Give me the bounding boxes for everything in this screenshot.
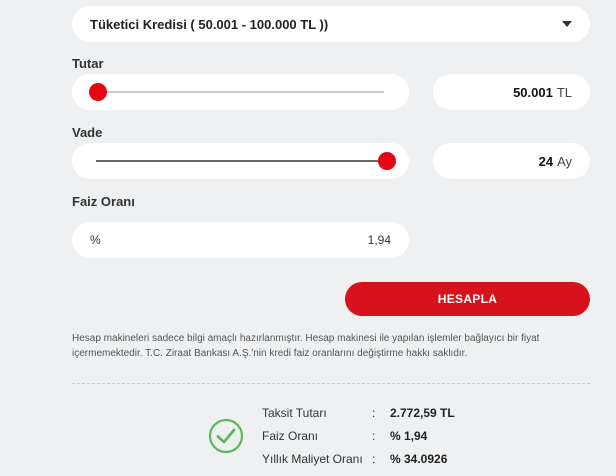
tutar-input[interactable]: 50.001 TL <box>433 74 590 110</box>
result-row-interest: Faiz Oranı : % 1,94 <box>262 429 427 443</box>
tutar-slider-track <box>98 91 384 93</box>
result-separator: : <box>372 452 376 466</box>
result-value: % 34.0926 <box>390 452 448 466</box>
faiz-rate-value: 1,94 <box>367 233 391 247</box>
tutar-unit: TL <box>556 84 572 100</box>
vade-label: Vade <box>72 125 103 140</box>
vade-slider-handle[interactable] <box>378 152 396 170</box>
faiz-rate-field: % 1,94 <box>72 222 409 258</box>
vade-unit: Ay <box>557 153 572 169</box>
faiz-percent-prefix: % <box>90 233 101 247</box>
tutar-value: 50.001 <box>513 84 553 100</box>
tutar-label: Tutar <box>72 56 104 71</box>
vade-slider[interactable] <box>72 143 409 179</box>
result-row-installment: Taksit Tutarı : 2.772,59 TL <box>262 406 455 420</box>
vade-input[interactable]: 24 Ay <box>433 143 590 179</box>
tutar-slider-handle[interactable] <box>89 83 107 101</box>
result-row-annual-cost: Yıllık Maliyet Oranı : % 34.0926 <box>262 452 447 466</box>
result-key: Faiz Oranı <box>262 429 319 443</box>
vade-value: 24 <box>538 153 554 169</box>
calculate-button[interactable]: HESAPLA <box>345 282 590 316</box>
tutar-slider[interactable] <box>72 74 409 110</box>
caret-down-icon <box>562 21 572 27</box>
result-key: Yıllık Maliyet Oranı <box>262 452 363 466</box>
loan-type-select[interactable]: Tüketici Kredisi ( 50.001 - 100.000 TL )… <box>72 6 590 42</box>
check-circle-icon <box>208 418 244 454</box>
result-key: Taksit Tutarı <box>262 406 327 420</box>
result-separator: : <box>372 406 376 420</box>
disclaimer-text: Hesap makineleri sadece bilgi amaçlı haz… <box>72 333 540 359</box>
result-value: % 1,94 <box>390 429 428 443</box>
faiz-label: Faiz Oranı <box>72 194 135 209</box>
result-value: 2.772,59 TL <box>390 406 455 420</box>
loan-type-selected-value: Tüketici Kredisi ( 50.001 - 100.000 TL )… <box>90 16 329 32</box>
results-divider <box>72 383 590 384</box>
vade-slider-track <box>96 160 388 162</box>
result-separator: : <box>372 429 376 443</box>
